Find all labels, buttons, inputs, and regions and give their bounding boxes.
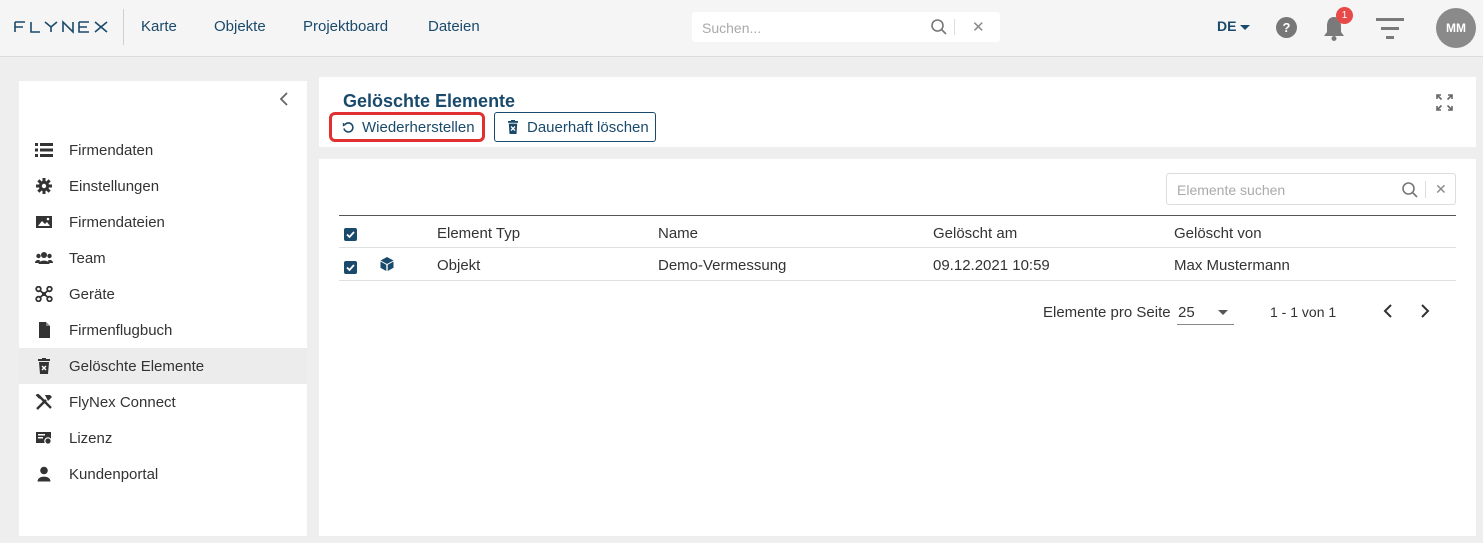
page-size-value: 25: [1178, 304, 1195, 321]
sidebar-item-label: Lizenz: [69, 430, 113, 447]
sidebar-item-geraete[interactable]: Geräte: [19, 276, 307, 312]
nav-projektboard[interactable]: Projektboard: [303, 18, 388, 35]
trash-icon: [508, 120, 518, 134]
page-title: Gelöschte Elemente: [343, 91, 516, 111]
chevron-left-icon[interactable]: [277, 91, 291, 107]
flynex-logo[interactable]: [13, 19, 119, 35]
table-top-border: [339, 215, 1456, 216]
search-separator: [954, 19, 955, 35]
logo-separator: [123, 9, 124, 45]
book-icon: [39, 322, 50, 338]
users-icon: [35, 252, 53, 264]
search-icon[interactable]: [1401, 181, 1419, 199]
header-divider: [339, 247, 1456, 248]
check-icon: [346, 231, 355, 239]
column-header-element-typ[interactable]: Element Typ: [437, 225, 520, 242]
sidebar-item-label: Firmenflugbuch: [69, 322, 173, 339]
person-icon: [37, 466, 51, 482]
cell-geloescht-von: Max Mustermann: [1174, 257, 1290, 274]
previous-page-button[interactable]: [1381, 302, 1395, 320]
avatar[interactable]: MM: [1436, 8, 1476, 48]
sidebar-item-einstellungen[interactable]: Einstellungen: [19, 168, 307, 204]
page-header: Gelöschte Elemente Wiederherstellen Daue…: [319, 77, 1476, 147]
tools-icon: [35, 394, 52, 410]
language-select[interactable]: DE: [1217, 18, 1251, 34]
sidebar-item-geloeschte-elemente[interactable]: Gelöschte Elemente: [19, 348, 307, 384]
trash-icon: [38, 358, 50, 374]
sidebar-item-kundenportal[interactable]: Kundenportal: [19, 456, 307, 492]
pagination-range: 1 - 1 von 1: [1270, 304, 1337, 320]
gear-icon: [36, 178, 52, 194]
cell-element-typ: Objekt: [437, 257, 481, 274]
sidebar-item-label: Einstellungen: [69, 178, 160, 195]
row-divider: [339, 280, 1456, 281]
elements-search-input[interactable]: Elemente suchen ✕: [1166, 173, 1456, 205]
deleted-elements-table-card: Elemente suchen ✕ Element Typ Name Gelös…: [319, 159, 1476, 536]
check-icon: [346, 264, 355, 272]
page-size-label: Elemente pro Seite: [1043, 304, 1171, 321]
nav-dateien[interactable]: Dateien: [428, 18, 480, 35]
cube-icon: [380, 257, 394, 271]
column-header-geloescht-am[interactable]: Gelöscht am: [933, 225, 1017, 242]
sidebar-item-label: FlyNex Connect: [69, 394, 176, 411]
search-separator: [1425, 181, 1426, 198]
license-icon: [36, 432, 52, 445]
elements-search-placeholder: Elemente suchen: [1177, 182, 1286, 198]
sidebar: Firmendaten Einstellungen Firmendateien …: [19, 81, 307, 536]
sidebar-item-team[interactable]: Team: [19, 240, 307, 276]
drone-icon: [35, 286, 53, 302]
language-value: DE: [1217, 18, 1237, 34]
global-search-placeholder: Suchen...: [702, 20, 762, 36]
sidebar-item-lizenz[interactable]: Lizenz: [19, 420, 307, 456]
column-header-name[interactable]: Name: [658, 225, 698, 242]
row-checkbox[interactable]: [344, 261, 357, 274]
restore-button[interactable]: Wiederherstellen: [329, 112, 485, 142]
nav-karte[interactable]: Karte: [141, 18, 177, 35]
search-icon[interactable]: [930, 18, 948, 36]
sidebar-item-label: Gelöschte Elemente: [69, 358, 205, 375]
sidebar-item-firmendateien[interactable]: Firmendateien: [19, 204, 307, 240]
delete-permanently-button[interactable]: Dauerhaft löschen: [494, 112, 656, 142]
expand-icon[interactable]: [1436, 94, 1453, 111]
sidebar-item-label: Firmendateien: [69, 214, 165, 231]
sidebar-item-label: Team: [69, 250, 106, 267]
clear-icon[interactable]: ✕: [1435, 181, 1447, 198]
nav-objekte[interactable]: Objekte: [214, 18, 266, 35]
filter-icon[interactable]: [1376, 17, 1404, 41]
image-folder-icon: [36, 216, 52, 228]
column-header-geloescht-von[interactable]: Gelöscht von: [1174, 225, 1262, 242]
page-size-select[interactable]: 25: [1177, 299, 1234, 325]
chevron-down-icon: [1218, 310, 1228, 315]
chevron-down-icon: [1240, 24, 1251, 30]
restore-icon: [342, 122, 354, 133]
sidebar-item-label: Kundenportal: [69, 466, 159, 483]
sidebar-item-flynex-connect[interactable]: FlyNex Connect: [19, 384, 307, 420]
sidebar-item-firmenflugbuch[interactable]: Firmenflugbuch: [19, 312, 307, 348]
restore-button-label: Wiederherstellen: [362, 119, 475, 136]
delete-button-label: Dauerhaft löschen: [527, 119, 649, 136]
list-icon: [35, 143, 53, 157]
cell-name: Demo-Vermessung: [658, 257, 787, 274]
cell-geloescht-am: 09.12.2021 10:59: [933, 257, 1050, 274]
global-search-input[interactable]: Suchen... ✕: [692, 12, 1000, 42]
sidebar-item-firmendaten[interactable]: Firmendaten: [19, 132, 307, 168]
sidebar-item-label: Firmendaten: [69, 142, 154, 159]
next-page-button[interactable]: [1418, 302, 1432, 320]
clear-icon[interactable]: ✕: [972, 18, 985, 36]
help-icon[interactable]: ?: [1276, 17, 1297, 38]
notification-badge: 1: [1336, 7, 1353, 24]
top-bar: Karte Objekte Projektboard Dateien Suche…: [0, 0, 1483, 57]
sidebar-item-label: Geräte: [69, 286, 115, 303]
select-all-checkbox[interactable]: [344, 228, 357, 241]
